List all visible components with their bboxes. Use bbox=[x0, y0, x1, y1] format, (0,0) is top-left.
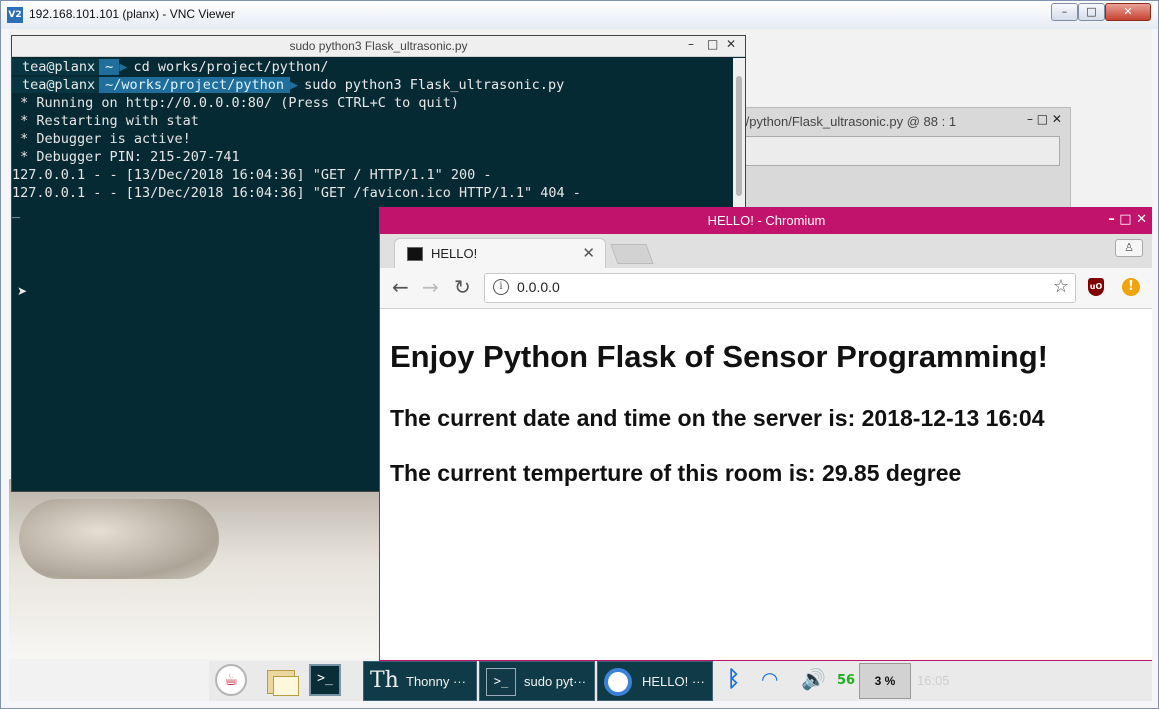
url-text[interactable]: 0.0.0.0 bbox=[517, 279, 560, 295]
vnc-maximize-button[interactable]: □ bbox=[1078, 3, 1105, 21]
menu-icon: ☕ bbox=[223, 670, 239, 689]
back-icon[interactable]: ← bbox=[392, 276, 409, 298]
cpu-temperature: 56 bbox=[837, 673, 856, 688]
chromium-titlebar[interactable]: HELLO! - Chromium – □ ✕ bbox=[380, 208, 1152, 234]
vnc-window-title: 192.168.101.101 (planx) - VNC Viewer bbox=[29, 7, 235, 21]
prompt-path: ~ bbox=[99, 59, 120, 75]
update-alert-icon[interactable]: ! bbox=[1122, 278, 1140, 296]
chromium-window-controls[interactable]: – □ ✕ bbox=[1108, 212, 1147, 227]
output-line: * Debugger PIN: 215-207-741 bbox=[12, 149, 240, 165]
task-terminal[interactable]: >_ sudo pyt··· bbox=[479, 661, 595, 701]
folder-front-icon bbox=[273, 676, 299, 696]
file-manager-launcher[interactable] bbox=[265, 664, 299, 696]
ublock-extension-icon[interactable]: uO bbox=[1088, 278, 1104, 296]
info-icon[interactable]: i bbox=[493, 279, 509, 295]
chromium-icon bbox=[604, 668, 632, 696]
vnc-close-button[interactable]: ✕ bbox=[1105, 3, 1151, 21]
browser-toolbar: ← → ↻ i 0.0.0.0 ☆ uO ! bbox=[380, 268, 1152, 309]
prompt-user: tea@planx bbox=[12, 77, 100, 93]
terminal-close-button[interactable]: ✕ bbox=[726, 37, 736, 51]
prompt-command: sudo python3 Flask_ultrasonic.py bbox=[304, 77, 565, 93]
task-thonny[interactable]: Th Thonny ··· bbox=[363, 661, 477, 701]
task-chromium[interactable]: HELLO! ··· bbox=[597, 661, 713, 701]
output-line: * Running on http://0.0.0.0:80/ (Press C… bbox=[12, 95, 460, 111]
terminal-launcher[interactable]: >_ bbox=[309, 664, 341, 696]
page-heading: Enjoy Python Flask of Sensor Programming… bbox=[390, 339, 1048, 374]
thonny-window-title: t/python/Flask_ultrasonic.py @ 88 : 1 bbox=[742, 114, 957, 129]
prompt-line: tea@planx ~ ▶ cd works/project/python/ bbox=[12, 58, 730, 76]
prompt-line: tea@planx ~/works/project/python ▶ sudo pyt… bbox=[12, 76, 730, 94]
vnc-logo-icon: V2 bbox=[7, 7, 23, 23]
output-line: * Restarting with stat bbox=[12, 113, 199, 129]
output-line: * Debugger is active! bbox=[12, 131, 191, 147]
address-bar[interactable]: i 0.0.0.0 ☆ bbox=[484, 273, 1076, 303]
terminal-favicon-icon bbox=[407, 247, 423, 261]
taskbar-clock[interactable]: 16:05 bbox=[917, 673, 950, 688]
vnc-minimize-button[interactable]: – bbox=[1051, 3, 1078, 21]
minimize-icon: – bbox=[1061, 5, 1068, 18]
wallpaper-cat-image bbox=[19, 499, 219, 579]
remote-desktop[interactable]: t/python/Flask_ultrasonic.py @ 88 : 1 – … bbox=[9, 29, 1152, 701]
new-tab-button[interactable] bbox=[610, 244, 654, 264]
raspberry-menu-button[interactable]: ☕ bbox=[215, 664, 247, 696]
temperature-text: The current temperture of this room is: … bbox=[390, 460, 962, 486]
vnc-viewer-window: V2 192.168.101.101 (planx) - VNC Viewer … bbox=[0, 0, 1159, 709]
cpu-usage-monitor[interactable]: 3 % bbox=[859, 663, 911, 699]
terminal-minimize-button[interactable]: – bbox=[688, 37, 694, 51]
scrollbar-thumb[interactable] bbox=[736, 76, 742, 196]
datetime-text: The current date and time on the server … bbox=[390, 405, 1045, 431]
terminal-title: sudo python3 Flask_ultrasonic.py bbox=[289, 39, 468, 53]
prompt-path: ~/works/project/python bbox=[99, 77, 290, 93]
chromium-title: HELLO! - Chromium bbox=[707, 213, 826, 228]
volume-icon[interactable]: 🔊 bbox=[801, 667, 826, 691]
terminal-icon: >_ bbox=[486, 668, 516, 696]
task-label: HELLO! ··· bbox=[642, 674, 705, 689]
mouse-pointer-icon: ➤ bbox=[17, 284, 28, 298]
prompt-command: cd works/project/python/ bbox=[133, 59, 329, 75]
close-icon: ✕ bbox=[1123, 5, 1133, 18]
reload-icon[interactable]: ↻ bbox=[454, 276, 471, 298]
tab-hello[interactable]: HELLO! ✕ bbox=[394, 238, 606, 269]
chromium-window[interactable]: HELLO! - Chromium – □ ✕ HELLO! ✕ ♙ ← → ↻… bbox=[379, 207, 1152, 661]
terminal-titlebar[interactable]: sudo python3 Flask_ultrasonic.py – □ ✕ bbox=[12, 36, 745, 57]
task-label: sudo pyt··· bbox=[524, 674, 587, 689]
forward-icon[interactable]: → bbox=[422, 276, 439, 298]
output-line: 127.0.0.1 - - [13/Dec/2018 16:04:36] "GE… bbox=[12, 185, 581, 201]
page-content: Enjoy Python Flask of Sensor Programming… bbox=[380, 309, 1152, 659]
output-line: 127.0.0.1 - - [13/Dec/2018 16:04:36] "GE… bbox=[12, 167, 492, 183]
thonny-editor-area[interactable] bbox=[738, 136, 1060, 166]
thonny-window-controls[interactable]: – □ ✕ bbox=[1027, 112, 1062, 126]
prompt-user: tea@planx bbox=[12, 59, 100, 75]
bookmark-star-icon[interactable]: ☆ bbox=[1053, 276, 1069, 297]
terminal-maximize-button[interactable]: □ bbox=[707, 37, 718, 51]
profile-icon[interactable]: ♙ bbox=[1115, 239, 1143, 257]
prompt-arrow-icon: ▶ bbox=[289, 77, 299, 93]
taskbar: ☕ >_ Th Thonny ··· >_ sudo pyt··· HELLO!… bbox=[209, 661, 1152, 701]
tab-strip: HELLO! ✕ ♙ bbox=[380, 234, 1152, 269]
thonny-icon: Th bbox=[370, 668, 399, 693]
wifi-icon[interactable]: ◠ bbox=[761, 667, 778, 691]
tab-close-icon[interactable]: ✕ bbox=[582, 244, 595, 262]
maximize-icon: □ bbox=[1086, 5, 1097, 18]
task-label: Thonny ··· bbox=[406, 674, 466, 689]
tab-label: HELLO! bbox=[431, 246, 478, 261]
vnc-titlebar[interactable]: V2 192.168.101.101 (planx) - VNC Viewer … bbox=[1, 1, 1158, 29]
bluetooth-icon[interactable]: ᛒ bbox=[727, 667, 740, 692]
